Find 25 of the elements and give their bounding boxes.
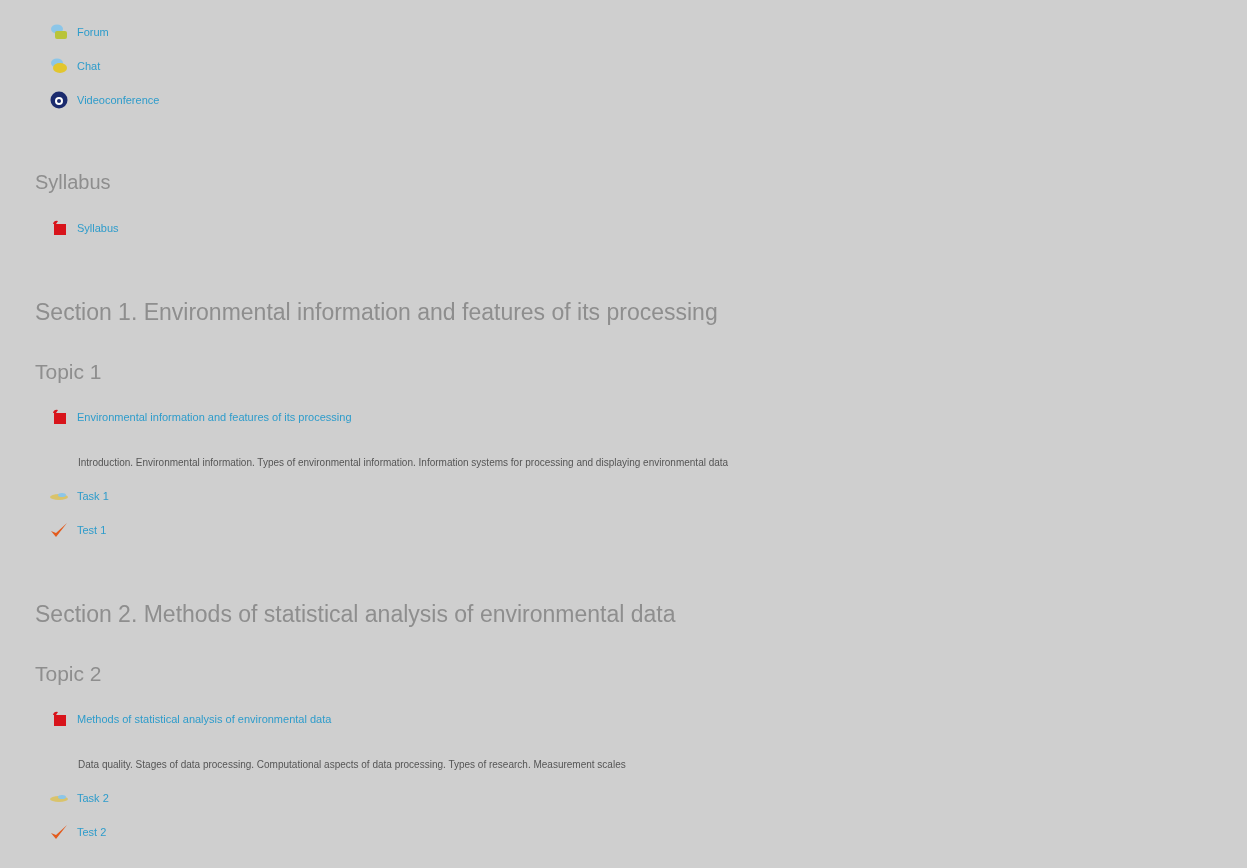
topic-title: Topic 2 xyxy=(35,661,102,687)
section-title: Section 1. Environmental information and features of its processing xyxy=(35,297,718,327)
activity-link[interactable]: Task 1 xyxy=(77,490,109,502)
activity-link[interactable]: Test 2 xyxy=(77,826,107,838)
pdf-icon xyxy=(50,710,68,728)
checkmark-icon xyxy=(50,823,68,841)
pdf-icon xyxy=(50,408,68,426)
speech-bubbles-icon xyxy=(50,57,68,75)
activity-link[interactable]: Syllabus xyxy=(77,222,119,234)
activity-link[interactable]: Test 1 xyxy=(77,524,107,536)
activity-link[interactable]: Videoconference xyxy=(77,94,160,106)
topic-title: Topic 1 xyxy=(35,359,102,385)
speech-bubbles-icon xyxy=(50,23,68,41)
topic-title: Syllabus xyxy=(35,169,111,195)
pdf-icon xyxy=(50,219,68,237)
video-circle-icon xyxy=(50,91,68,109)
activity-link[interactable]: Task 2 xyxy=(77,792,109,804)
topic-description: Introduction. Environmental information. Types of environmental information. Information systems for processing and displaying environmental data xyxy=(78,456,729,468)
activity-link[interactable]: Environmental information and features of its processing xyxy=(77,411,352,423)
activity-link[interactable]: Methods of statistical analysis of environmental data xyxy=(77,713,332,725)
section-title: Section 2. Methods of statistical analysis of environmental data xyxy=(35,599,676,629)
checkmark-icon xyxy=(50,521,68,539)
activity-link[interactable]: Forum xyxy=(77,26,109,38)
topic-description: Data quality. Stages of data processing. Computational aspects of data processing. Types of research. Measurement scales xyxy=(78,758,626,770)
activity-link[interactable]: Chat xyxy=(77,60,101,72)
